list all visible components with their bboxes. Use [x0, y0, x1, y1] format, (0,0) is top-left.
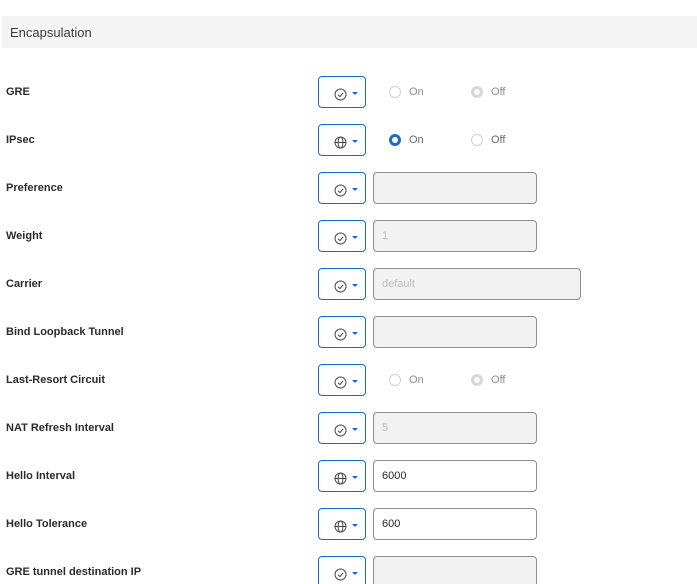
bind-loopback-tunnel-input[interactable] — [373, 316, 537, 348]
caret-down-icon — [352, 284, 358, 287]
check-circle-icon — [334, 88, 347, 101]
form-row-preference: Preference — [0, 172, 697, 204]
field-label-hello-tolerance: Hello Tolerance — [6, 518, 88, 530]
caret-down-icon — [352, 524, 358, 527]
preference-input[interactable] — [373, 172, 537, 204]
caret-down-icon — [352, 332, 358, 335]
radio-circle — [471, 134, 483, 146]
field-label-bind-loopback-tunnel: Bind Loopback Tunnel — [6, 326, 124, 338]
form-row-gre: GRE On Off — [0, 76, 697, 108]
radio-label: On — [409, 134, 424, 146]
caret-down-icon — [352, 92, 358, 95]
form-row-hello-tolerance: Hello Tolerance — [0, 508, 697, 540]
caret-down-icon — [352, 188, 358, 191]
hello-interval-input[interactable] — [373, 460, 537, 492]
globe-icon — [334, 472, 347, 485]
check-circle-icon — [334, 280, 347, 293]
caret-down-icon — [352, 476, 358, 479]
scope-dropdown-carrier[interactable] — [318, 268, 366, 300]
caret-down-icon — [352, 236, 358, 239]
radio-circle — [471, 86, 483, 98]
field-label-gre-tunnel-destination-ip: GRE tunnel destination IP — [6, 566, 142, 578]
form-row-carrier: Carrier — [0, 268, 697, 300]
scope-dropdown-nat-refresh-interval[interactable] — [318, 412, 366, 444]
radio-circle — [389, 374, 401, 386]
field-label-weight: Weight — [6, 230, 43, 242]
caret-down-icon — [352, 140, 358, 143]
gre-tunnel-destination-ip-input[interactable] — [373, 556, 537, 584]
form-row-bind-loopback-tunnel: Bind Loopback Tunnel — [0, 316, 697, 348]
radio-ipsec-on[interactable]: On — [389, 124, 424, 156]
check-circle-icon — [334, 568, 347, 581]
field-label-ipsec: IPsec — [6, 134, 35, 146]
check-circle-icon — [334, 184, 347, 197]
check-circle-icon — [334, 424, 347, 437]
radio-last-resort-circuit-off[interactable]: Off — [471, 364, 505, 396]
radio-label: Off — [491, 134, 506, 146]
caret-down-icon — [352, 572, 358, 575]
scope-dropdown-preference[interactable] — [318, 172, 366, 204]
caret-down-icon — [352, 428, 358, 431]
globe-icon — [334, 136, 347, 149]
scope-dropdown-hello-tolerance[interactable] — [318, 508, 366, 540]
nat-refresh-interval-input[interactable] — [373, 412, 537, 444]
field-label-gre: GRE — [6, 86, 30, 98]
radio-label: On — [409, 374, 424, 386]
radio-last-resort-circuit-on[interactable]: On — [389, 364, 424, 396]
scope-dropdown-bind-loopback-tunnel[interactable] — [318, 316, 366, 348]
form-row-nat-refresh-interval: NAT Refresh Interval — [0, 412, 697, 444]
radio-label: On — [409, 86, 424, 98]
scope-dropdown-gre[interactable] — [318, 76, 366, 108]
globe-icon — [334, 520, 347, 533]
section-title: Encapsulation — [10, 24, 92, 40]
radio-gre-on[interactable]: On — [389, 76, 424, 108]
weight-input[interactable] — [373, 220, 537, 252]
section-header: Encapsulation — [2, 16, 697, 48]
radio-label: Off — [491, 86, 506, 98]
carrier-input[interactable] — [373, 268, 581, 300]
form-row-weight: Weight — [0, 220, 697, 252]
scope-dropdown-ipsec[interactable] — [318, 124, 366, 156]
scope-dropdown-weight[interactable] — [318, 220, 366, 252]
radio-circle — [471, 374, 483, 386]
scope-dropdown-hello-interval[interactable] — [318, 460, 366, 492]
radio-circle — [389, 86, 401, 98]
field-label-hello-interval: Hello Interval — [6, 470, 76, 482]
scope-dropdown-gre-tunnel-destination-ip[interactable] — [318, 556, 366, 584]
check-circle-icon — [334, 232, 347, 245]
field-label-preference: Preference — [6, 182, 63, 194]
field-label-last-resort-circuit: Last-Resort Circuit — [6, 374, 106, 386]
scope-dropdown-last-resort-circuit[interactable] — [318, 364, 366, 396]
form-row-ipsec: IPsec On Off — [0, 124, 697, 156]
radio-circle — [389, 134, 401, 146]
check-circle-icon — [334, 328, 347, 341]
form-row-gre-tunnel-destination-ip: GRE tunnel destination IP — [0, 556, 697, 584]
field-label-carrier: Carrier — [6, 278, 43, 290]
radio-ipsec-off[interactable]: Off — [471, 124, 505, 156]
field-label-nat-refresh-interval: NAT Refresh Interval — [6, 422, 114, 434]
radio-gre-off[interactable]: Off — [471, 76, 505, 108]
caret-down-icon — [352, 380, 358, 383]
radio-label: Off — [491, 374, 506, 386]
check-circle-icon — [334, 376, 347, 389]
hello-tolerance-input[interactable] — [373, 508, 537, 540]
form-row-hello-interval: Hello Interval — [0, 460, 697, 492]
form-row-last-resort-circuit: Last-Resort Circuit On Off — [0, 364, 697, 396]
